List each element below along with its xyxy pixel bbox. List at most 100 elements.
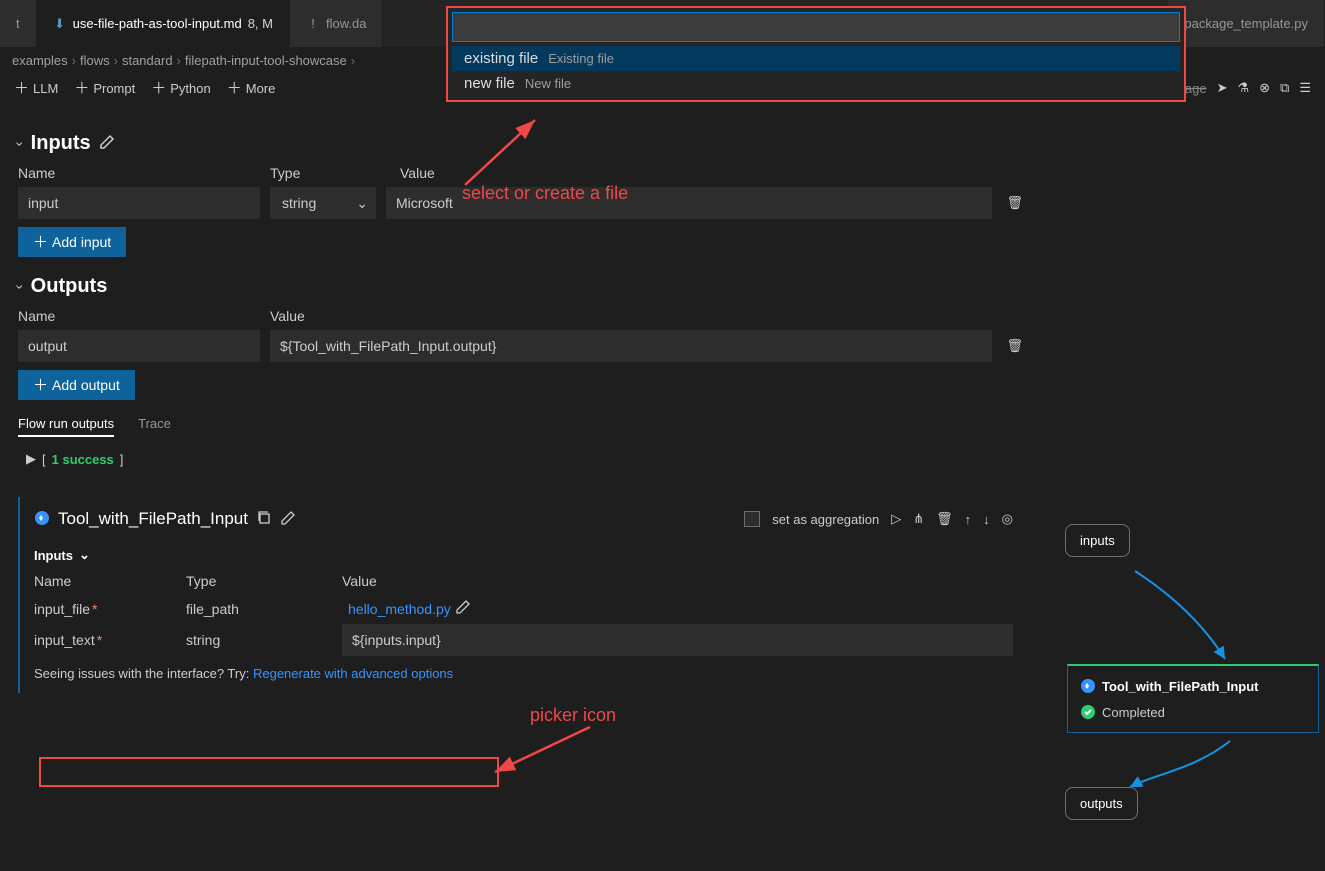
markdown-file-icon: ⬇ (53, 17, 67, 31)
edit-icon[interactable] (99, 134, 115, 153)
tab-item[interactable]: t (0, 0, 37, 47)
layout-icon[interactable]: ⧉ (1280, 80, 1289, 96)
plus-icon: ＋ (151, 81, 166, 96)
param-value-cell: hello_method.py (342, 599, 1013, 618)
trash-icon[interactable]: 🗑 (936, 511, 953, 527)
outputs-section-header[interactable]: › Outputs (18, 275, 1027, 298)
graph-node-tool[interactable]: Tool_with_FilePath_Input Completed (1067, 664, 1319, 733)
add-python-button[interactable]: ＋Python (151, 81, 211, 96)
add-prompt-button[interactable]: ＋Prompt (74, 81, 135, 96)
add-output-button[interactable]: ＋ Add output (18, 370, 135, 400)
tab-modifier: 8, M (248, 16, 273, 31)
tool-icon (34, 510, 50, 529)
node-actions: set as aggregation ▷ ⋔ 🗑 ↑ ↓ ◎ (744, 511, 1013, 527)
success-row[interactable]: ▶ [ 1 success ] (18, 451, 1027, 467)
chevron-down-icon: ⌄ (79, 547, 90, 563)
edit-icon[interactable] (280, 510, 296, 529)
picker-item-desc: Existing file (548, 51, 614, 66)
issues-hint: Seeing issues with the interface? Try: R… (34, 666, 1013, 681)
breadcrumb-item[interactable]: examples (12, 53, 68, 68)
input-value-field[interactable] (386, 187, 992, 219)
bug-icon[interactable]: ⊗ (1259, 80, 1270, 96)
picker-item-label: existing file (464, 50, 538, 67)
send-icon[interactable]: ➤ (1217, 80, 1228, 96)
inputs-header-row: Name Type Value (18, 165, 1027, 181)
input-type-select[interactable]: string ⌄ (270, 187, 376, 219)
picker-search-input[interactable] (452, 12, 1180, 42)
chevron-down-icon: › (12, 141, 28, 146)
node-header: Tool_with_FilePath_Input set as aggregat… (34, 509, 1013, 529)
breadcrumb-item[interactable]: filepath-input-tool-showcase (185, 53, 347, 68)
breadcrumb-item[interactable]: flows (80, 53, 110, 68)
node-inputs: Inputs ⌄ Name Type Value input_file* fil… (34, 547, 1013, 681)
tab-item[interactable]: ⬇ use-file-path-as-tool-input.md 8, M (37, 0, 290, 47)
section-title: Outputs (31, 275, 108, 298)
flask-icon[interactable]: ⚗ (1237, 80, 1249, 96)
picker-item-desc: New file (525, 76, 571, 91)
graph-node-inputs[interactable]: inputs (1065, 524, 1130, 557)
copy-icon[interactable] (256, 510, 272, 529)
graph-edge-icon (1085, 739, 1245, 794)
aggregation-checkbox[interactable] (744, 511, 760, 527)
add-llm-button[interactable]: ＋ LLM (14, 81, 58, 96)
col-value: Value (270, 308, 1027, 324)
editor-pane: › Inputs Name Type Value string ⌄ 🗑 ＋ Ad… (0, 104, 1045, 869)
col-type: Type (270, 165, 390, 181)
picker-item-label: new file (464, 75, 515, 92)
tab-item[interactable]: ! flow.da (290, 0, 383, 47)
regenerate-link[interactable]: Regenerate with advanced options (253, 666, 453, 681)
node-card: Tool_with_FilePath_Input set as aggregat… (18, 497, 1027, 693)
toolbar-label: Prompt (93, 81, 135, 96)
section-title: Inputs (31, 132, 91, 155)
plus-icon: ＋ (227, 81, 242, 96)
inputs-section-header[interactable]: › Inputs (18, 132, 1027, 155)
tab-trace[interactable]: Trace (138, 412, 171, 437)
add-input-button[interactable]: ＋ Add input (18, 227, 126, 257)
grid-head-name: Name (34, 569, 186, 593)
tab-label: t (16, 16, 20, 31)
picker-item-existing[interactable]: existing file Existing file (452, 46, 1180, 71)
input-name-field[interactable] (18, 187, 260, 219)
tab-flow-run-outputs[interactable]: Flow run outputs (18, 412, 114, 437)
param-value-field[interactable] (342, 624, 1013, 656)
col-name: Name (18, 308, 260, 324)
output-tabs: Flow run outputs Trace (18, 412, 1027, 437)
plus-icon: ＋ (33, 378, 48, 393)
picker-list: existing file Existing file new file New… (452, 46, 1180, 96)
chevron-right-icon: › (114, 53, 118, 68)
trash-icon[interactable]: 🗑 (1002, 338, 1027, 354)
output-value-field[interactable] (270, 330, 992, 362)
tab-item[interactable]: package_template.py (1168, 0, 1325, 47)
plus-icon: ＋ (14, 81, 29, 96)
picker-item-new[interactable]: new file New file (452, 71, 1180, 96)
node-sub-label: Inputs (34, 548, 73, 563)
breadcrumb-item[interactable]: standard (122, 53, 173, 68)
target-icon[interactable]: ◎ (1002, 511, 1013, 527)
arrow-down-icon[interactable]: ↓ (983, 512, 990, 527)
node-inputs-header[interactable]: Inputs ⌄ (34, 547, 1013, 563)
add-more-button[interactable]: ＋ More (227, 81, 276, 96)
more-icon[interactable]: ☰ (1299, 80, 1311, 96)
file-link[interactable]: hello_method.py (348, 601, 451, 617)
debug-icon[interactable]: ⋔ (913, 511, 924, 527)
required-marker: * (92, 601, 97, 617)
issues-text: Seeing issues with the interface? Try: (34, 666, 249, 681)
aggregation-label: set as aggregation (772, 512, 879, 527)
trash-icon[interactable]: 🗑 (1002, 195, 1027, 211)
param-name: input_file* (34, 601, 186, 617)
picker-icon[interactable] (455, 599, 471, 618)
chevron-right-icon: › (351, 53, 355, 68)
file-picker-popup: existing file Existing file new file New… (446, 6, 1186, 102)
required-marker: * (97, 632, 102, 648)
toolbar-label: LLM (33, 81, 58, 96)
graph-node-title: Tool_with_FilePath_Input (1080, 678, 1306, 694)
arrow-up-icon[interactable]: ↑ (965, 512, 972, 527)
chevron-down-icon: ⌄ (356, 195, 368, 212)
output-name-field[interactable] (18, 330, 260, 362)
toolbar-label: More (246, 81, 276, 96)
graph-node-status: Completed (1080, 704, 1306, 720)
param-name: input_text* (34, 632, 186, 648)
play-icon[interactable]: ▷ (891, 511, 901, 527)
graph-edge-icon (1095, 567, 1235, 667)
col-value: Value (400, 165, 1027, 181)
